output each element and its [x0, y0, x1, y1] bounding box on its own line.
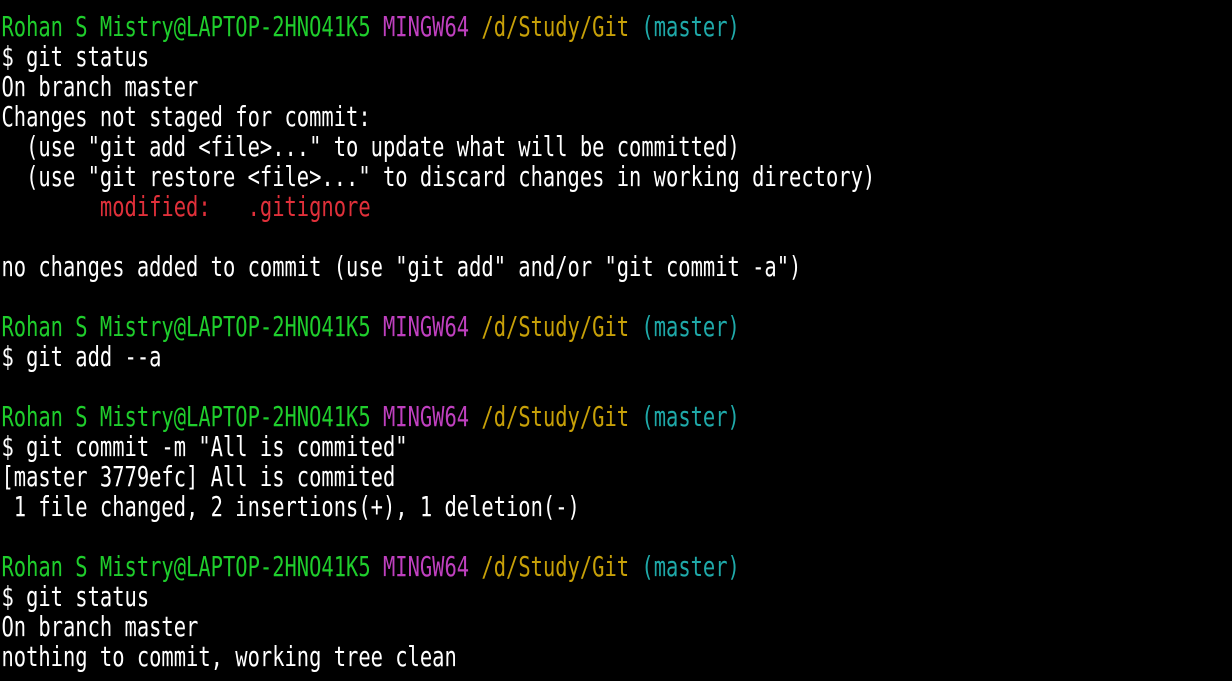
output-line: 1 file changed, 2 insertions(+), 1 delet… [1, 490, 580, 523]
prompt-user-host: Rohan S Mistry@LAPTOP-2HNO41K5 [1, 310, 371, 343]
prompt-line: Rohan S Mistry@LAPTOP-2HNO41K5 MINGW64 /… [0, 12, 899, 42]
command-line: $ git status [1, 580, 150, 613]
prompt-user-host: Rohan S Mistry@LAPTOP-2HNO41K5 [1, 550, 371, 583]
prompt-msystem: MINGW64 [382, 310, 470, 343]
prompt-path: /d/Study/Git [481, 550, 630, 583]
output-line: On branch master [1, 70, 199, 103]
prompt-branch: (master) [641, 10, 740, 43]
output-line: no changes added to commit (use "git add… [1, 250, 802, 283]
prompt-path: /d/Study/Git [481, 10, 630, 43]
prompt-msystem: MINGW64 [382, 400, 470, 433]
output-line: (use "git add <file>..." to update what … [1, 130, 740, 163]
prompt-line: Rohan S Mistry@LAPTOP-2HNO41K5 MINGW64 /… [0, 402, 899, 432]
prompt-line: Rohan S Mistry@LAPTOP-2HNO41K5 MINGW64 /… [0, 552, 899, 582]
prompt-msystem: MINGW64 [382, 10, 470, 43]
prompt-path: /d/Study/Git [481, 400, 630, 433]
modified-file-line: modified: .gitignore [0, 192, 899, 222]
terminal-window[interactable]: Rohan S Mistry@LAPTOP-2HNO41K5 MINGW64 /… [0, 0, 1232, 681]
output-line: nothing to commit, working tree clean [1, 640, 457, 673]
modified-label: modified: [99, 190, 211, 223]
prompt-user-host: Rohan S Mistry@LAPTOP-2HNO41K5 [1, 10, 371, 43]
command-line: $ git add --a [1, 340, 162, 373]
output-line: (use "git restore <file>..." to discard … [1, 160, 876, 193]
command-line: $ git status [1, 40, 150, 73]
prompt-line: Rohan S Mistry@LAPTOP-2HNO41K5 MINGW64 /… [0, 312, 899, 342]
output-line: Changes not staged for commit: [1, 100, 371, 133]
prompt-msystem: MINGW64 [382, 550, 470, 583]
prompt-branch: (master) [641, 550, 740, 583]
prompt-branch: (master) [641, 400, 740, 433]
modified-file: .gitignore [247, 190, 371, 223]
prompt-path: /d/Study/Git [481, 310, 630, 343]
output-line: [master 3779efc] All is commited [1, 460, 396, 493]
prompt-branch: (master) [641, 310, 740, 343]
output-line: On branch master [1, 610, 199, 643]
command-line: $ git commit -m "All is commited" [1, 430, 408, 463]
prompt-user-host: Rohan S Mistry@LAPTOP-2HNO41K5 [1, 400, 371, 433]
